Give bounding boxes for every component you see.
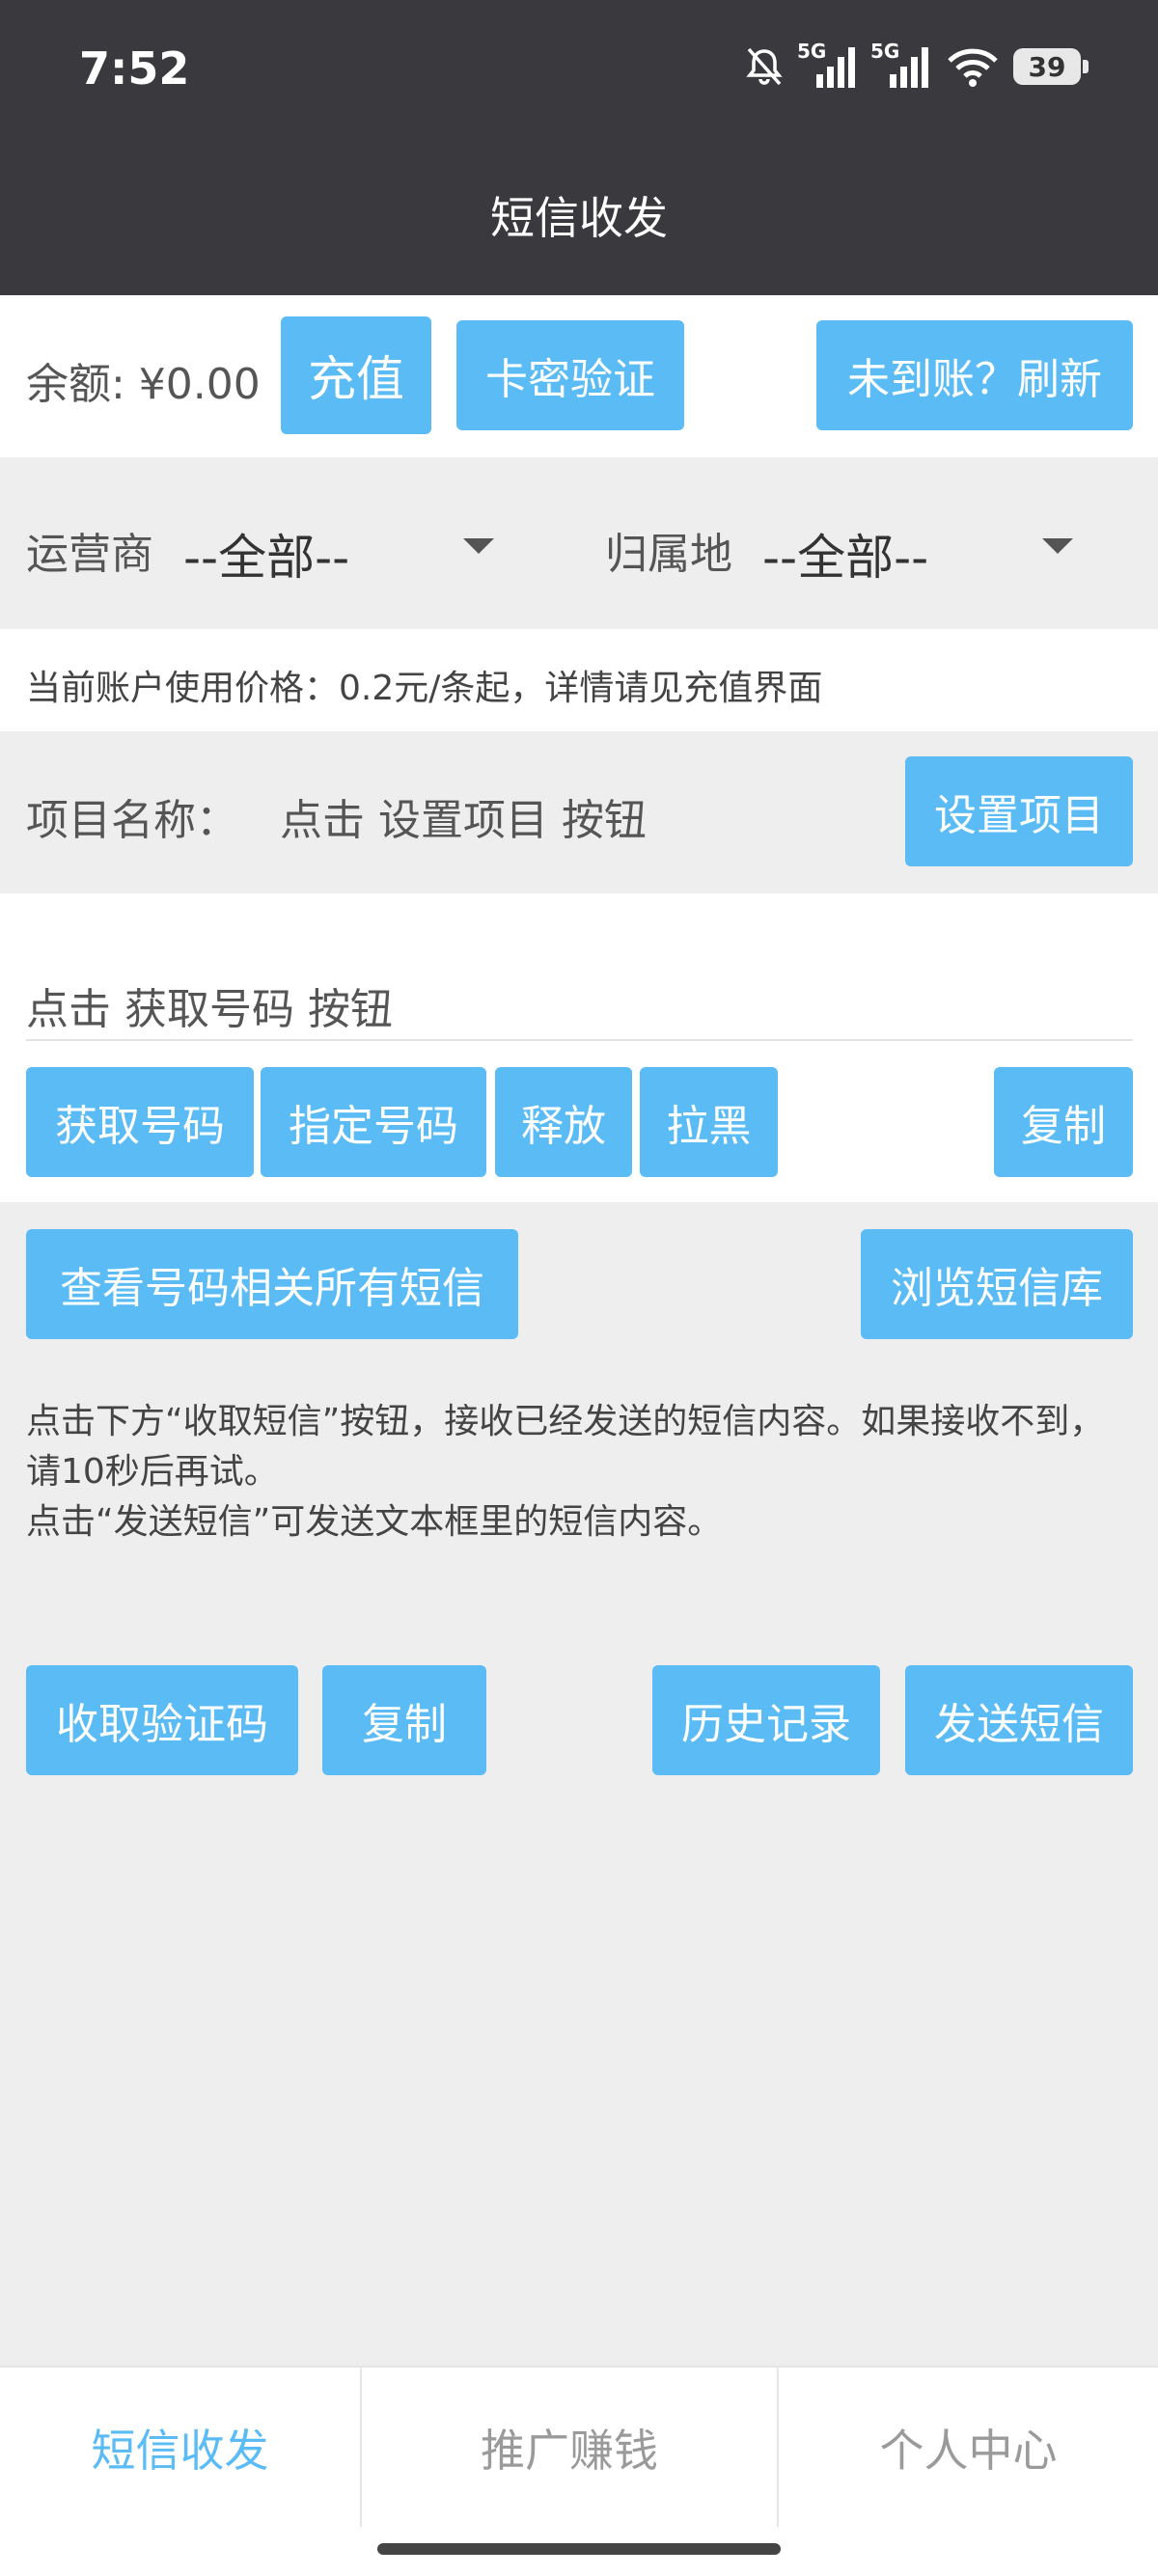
history-button[interactable]: 历史记录 <box>652 1665 880 1775</box>
balance-label: 余额: ¥0.00 <box>26 360 261 409</box>
price-note-row: 当前账户使用价格：0.2元/条起，详情请见充值界面 <box>0 629 1158 731</box>
instruction-line-1: 点击下方“收取短信”按钮，接收已经发送的短信内容。如果接收不到，请10秒后再试。 <box>26 1402 1105 1492</box>
chevron-down-icon <box>1042 538 1073 554</box>
app-header: 7:52 5G 5G 39 短信收发 <box>0 0 1158 295</box>
recharge-button[interactable]: 充值 <box>281 316 431 434</box>
region-label: 归属地 <box>605 530 732 579</box>
release-button[interactable]: 释放 <box>495 1067 632 1177</box>
filters-row: 运营商 --全部-- 归属地 --全部-- <box>0 457 1158 629</box>
phone-number-field[interactable]: 点击 获取号码 按钮 <box>26 974 1133 1036</box>
carrier-label: 运营商 <box>26 530 153 579</box>
specify-number-button[interactable]: 指定号码 <box>261 1067 486 1177</box>
copy-code-button[interactable]: 复制 <box>322 1665 486 1775</box>
project-row: 项目名称： 点击 设置项目 按钮 设置项目 <box>0 731 1158 893</box>
bell-muted-icon <box>746 47 783 86</box>
sms-instructions: 点击下方“收取短信”按钮，接收已经发送的短信内容。如果接收不到，请10秒后再试。… <box>26 1397 1107 1548</box>
page-title: 短信收发 <box>490 192 668 244</box>
tab-profile[interactable]: 个人中心 <box>779 2368 1158 2527</box>
card-verify-button[interactable]: 卡密验证 <box>456 320 684 430</box>
status-time: 7:52 <box>79 42 190 95</box>
refresh-button[interactable]: 未到账？刷新 <box>816 320 1133 430</box>
send-sms-button[interactable]: 发送短信 <box>905 1665 1133 1775</box>
region-select[interactable]: --全部-- <box>758 496 1086 592</box>
tab-promote[interactable]: 推广赚钱 <box>362 2368 777 2527</box>
wifi-icon <box>948 48 998 87</box>
carrier-select[interactable]: --全部-- <box>179 496 507 592</box>
home-indicator[interactable] <box>377 2543 781 2555</box>
status-icons: 5G 5G 39 <box>743 40 1089 91</box>
browse-sms-library-button[interactable]: 浏览短信库 <box>861 1229 1133 1339</box>
number-section: 点击 获取号码 按钮 获取号码 指定号码 释放 拉黑 复制 <box>0 893 1158 1202</box>
balance-row: 余额: ¥0.00 充值 卡密验证 未到账？刷新 <box>0 295 1158 457</box>
tab-sms[interactable]: 短信收发 <box>0 2368 360 2527</box>
copy-number-button[interactable]: 复制 <box>994 1067 1133 1177</box>
region-value: --全部-- <box>762 530 929 586</box>
set-project-button[interactable]: 设置项目 <box>905 756 1133 866</box>
instruction-line-2: 点击“发送短信”可发送文本框里的短信内容。 <box>26 1502 723 1542</box>
signal-5g-icon: 5G <box>797 40 859 88</box>
get-number-button[interactable]: 获取号码 <box>26 1067 254 1177</box>
divider <box>26 1039 1133 1041</box>
signal-5g-icon-2: 5G <box>870 40 932 88</box>
project-value: 点击 设置项目 按钮 <box>280 796 647 845</box>
blacklist-button[interactable]: 拉黑 <box>640 1067 778 1177</box>
price-note: 当前账户使用价格：0.2元/条起，详情请见充值界面 <box>26 669 823 708</box>
carrier-value: --全部-- <box>183 530 350 586</box>
battery-icon: 39 <box>1013 48 1089 85</box>
receive-code-button[interactable]: 收取验证码 <box>26 1665 298 1775</box>
view-all-sms-button[interactable]: 查看号码相关所有短信 <box>26 1229 518 1339</box>
chevron-down-icon <box>463 538 494 554</box>
project-label: 项目名称： <box>26 796 238 845</box>
